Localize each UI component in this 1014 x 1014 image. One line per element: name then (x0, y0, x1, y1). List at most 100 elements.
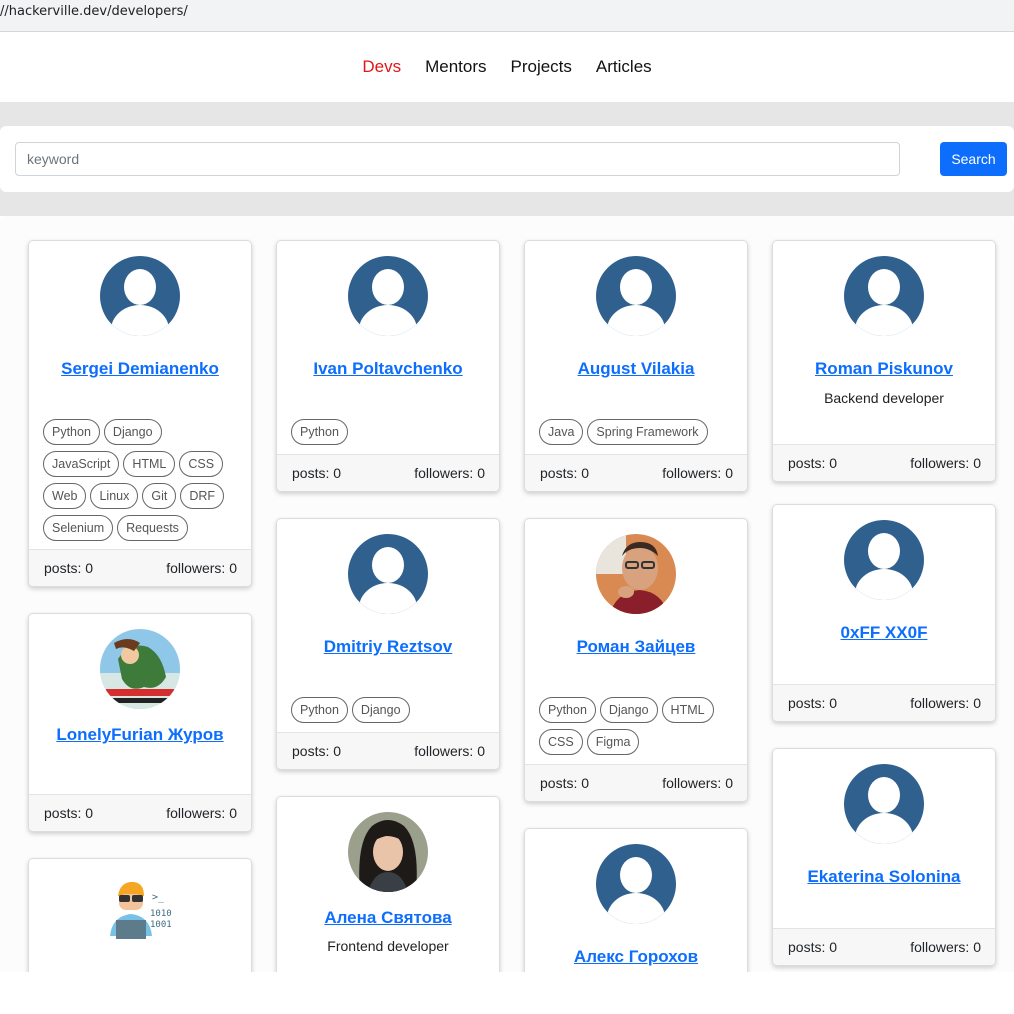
skill-tags: Python Django (277, 697, 499, 723)
skill-tag: Linux (90, 483, 139, 509)
default-avatar-icon[interactable] (844, 764, 924, 844)
followers-count: followers: 0 (166, 560, 237, 576)
skill-tag: CSS (539, 729, 583, 755)
default-avatar-icon[interactable] (596, 844, 676, 924)
posts-count: posts: 0 (788, 939, 838, 955)
skill-tag: DRF (180, 483, 225, 509)
default-avatar-icon[interactable] (100, 256, 180, 336)
developer-name-link[interactable]: 0xFF XX0F (773, 623, 995, 643)
developer-card: Ivan Poltavchenko Python posts: 0 follow… (276, 240, 500, 492)
default-avatar-icon[interactable] (844, 520, 924, 600)
skill-tag: Web (43, 483, 87, 509)
followers-count: followers: 0 (414, 743, 485, 759)
nav-projects[interactable]: Projects (511, 57, 572, 77)
posts-count: posts: 0 (540, 775, 590, 791)
grid-column: Ivan Poltavchenko Python posts: 0 follow… (276, 240, 500, 972)
developer-card: Ekaterina Solonina posts: 0 followers: 0 (772, 748, 996, 966)
skill-tag: JavaScript (43, 451, 120, 477)
posts-count: posts: 0 (540, 465, 590, 481)
grid-column: Roman Piskunov Backend developer posts: … (772, 240, 996, 972)
skill-tag: Git (142, 483, 177, 509)
developer-name-link[interactable]: Sergei Demianenko (29, 359, 251, 379)
posts-count: posts: 0 (292, 743, 342, 759)
developer-card: Роман Зайцев Python Django HTML CSS Figm… (524, 518, 748, 802)
developer-bio (525, 668, 747, 686)
card-footer: posts: 0 followers: 0 (525, 454, 747, 491)
programmer-cartoon-icon[interactable]: >_ 1010 1001 (100, 874, 180, 954)
developer-card: 0xFF XX0F posts: 0 followers: 0 (772, 504, 996, 722)
followers-count: followers: 0 (662, 775, 733, 791)
followers-count: followers: 0 (662, 465, 733, 481)
svg-text:>_: >_ (152, 892, 165, 903)
followers-count: followers: 0 (910, 455, 981, 471)
skill-tag: Python (43, 419, 100, 445)
card-footer: posts: 0 followers: 0 (773, 444, 995, 481)
skill-tag: Python (539, 697, 596, 723)
card-footer: posts: 0 followers: 0 (29, 794, 251, 831)
search-input[interactable] (15, 142, 900, 176)
browser-address-bar[interactable]: //hackerville.dev/developers/ (0, 0, 1014, 32)
developer-card: August Vilakia Java Spring Framework pos… (524, 240, 748, 492)
developer-name-link[interactable]: Ekaterina Solonina (773, 867, 995, 887)
card-footer: posts: 0 followers: 0 (773, 928, 995, 965)
skill-tags: Python Django HTML CSS Figma (525, 697, 747, 755)
developer-grid: Sergei Demianenko Python Django JavaScri… (0, 216, 1014, 972)
skill-tag: Selenium (43, 515, 114, 541)
followers-count: followers: 0 (166, 805, 237, 821)
svg-text:1010: 1010 (150, 909, 172, 919)
posts-count: posts: 0 (788, 455, 838, 471)
skill-tag: Python (291, 419, 348, 445)
posts-count: posts: 0 (44, 560, 94, 576)
developer-card: Алекс Горохов (524, 828, 748, 972)
grid-column: Sergei Demianenko Python Django JavaScri… (28, 240, 252, 972)
search-button[interactable]: Search (940, 142, 1007, 176)
woman-photo[interactable] (348, 812, 428, 892)
skill-tags: Python Django JavaScript HTML CSS Web Li… (29, 419, 251, 541)
skill-tag: CSS (179, 451, 224, 477)
top-navigation: Devs Mentors Projects Articles (0, 33, 1014, 102)
skill-tag: Spring Framework (587, 419, 708, 445)
developer-name-link[interactable]: Ivan Poltavchenko (277, 359, 499, 379)
followers-count: followers: 0 (910, 939, 981, 955)
developer-bio: Frontend developer (327, 938, 449, 954)
followers-count: followers: 0 (910, 695, 981, 711)
man-photo[interactable] (596, 534, 676, 614)
developer-name-link[interactable]: LonelyFurian Журов (29, 725, 251, 745)
developer-bio (29, 390, 251, 408)
developer-card: LonelyFurian Журов posts: 0 followers: 0 (28, 613, 252, 832)
developer-name-link[interactable]: Dmitriy Reztsov (277, 637, 499, 657)
developer-name-link[interactable]: August Vilakia (525, 359, 747, 379)
developer-card: Алена Святова Frontend developer (276, 796, 500, 972)
card-footer: posts: 0 followers: 0 (277, 732, 499, 769)
default-avatar-icon[interactable] (596, 256, 676, 336)
skill-tag: Django (599, 697, 658, 723)
nav-articles[interactable]: Articles (596, 57, 652, 77)
card-footer: posts: 0 followers: 0 (525, 764, 747, 801)
nav-devs[interactable]: Devs (362, 57, 401, 77)
poster-photo[interactable] (100, 629, 180, 709)
skill-tag: Django (103, 419, 162, 445)
developer-name-link[interactable]: Алекс Горохов (525, 947, 747, 967)
nav-mentors[interactable]: Mentors (425, 57, 486, 77)
developer-name-link[interactable]: Roman Piskunov (773, 359, 995, 379)
default-avatar-icon[interactable] (844, 256, 924, 336)
skill-tags: Java Spring Framework (525, 419, 747, 445)
skill-tag: Requests (117, 515, 188, 541)
developer-bio: Backend developer (824, 390, 944, 406)
url-text[interactable]: //hackerville.dev/developers/ (0, 4, 188, 19)
posts-count: posts: 0 (788, 695, 838, 711)
default-avatar-icon[interactable] (348, 534, 428, 614)
posts-count: posts: 0 (292, 465, 342, 481)
default-avatar-icon[interactable] (348, 256, 428, 336)
skill-tag: Python (291, 697, 348, 723)
followers-count: followers: 0 (414, 465, 485, 481)
skill-tags: Python (277, 419, 499, 445)
developer-card: Sergei Demianenko Python Django JavaScri… (28, 240, 252, 587)
skill-tag: Java (539, 419, 584, 445)
page-bottom (0, 972, 1014, 1014)
card-footer: posts: 0 followers: 0 (29, 549, 251, 586)
developer-name-link[interactable]: Алена Святова (277, 908, 499, 928)
developer-name-link[interactable]: Роман Зайцев (525, 637, 747, 657)
svg-text:1001: 1001 (150, 920, 172, 930)
nav-links: Devs Mentors Projects Articles (0, 57, 1014, 77)
